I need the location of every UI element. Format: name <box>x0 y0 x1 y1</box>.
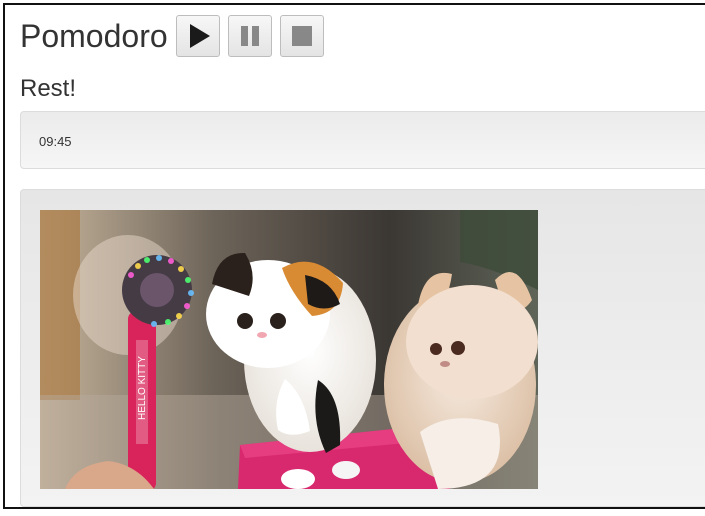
app-title: Pomodoro <box>20 18 168 54</box>
cat-photo-illustration: HELLO KITTY <box>40 210 538 489</box>
timer-panel: 09:45 <box>20 111 705 169</box>
timer-display: 09:45 <box>39 134 72 149</box>
toy-label: HELLO KITTY <box>137 356 148 420</box>
cat-image: HELLO KITTY <box>40 210 538 489</box>
app-frame: Pomodoro Rest! 09:45 HELLO KITTY <box>3 3 705 509</box>
pause-button[interactable] <box>227 15 272 57</box>
stop-icon <box>291 26 312 46</box>
play-button[interactable] <box>175 15 220 57</box>
pause-icon <box>240 26 259 46</box>
play-icon <box>189 24 210 48</box>
media-panel: HELLO KITTY <box>20 189 705 507</box>
header: Pomodoro <box>20 13 324 59</box>
stop-button[interactable] <box>279 15 324 57</box>
status-label: Rest! <box>20 75 77 102</box>
